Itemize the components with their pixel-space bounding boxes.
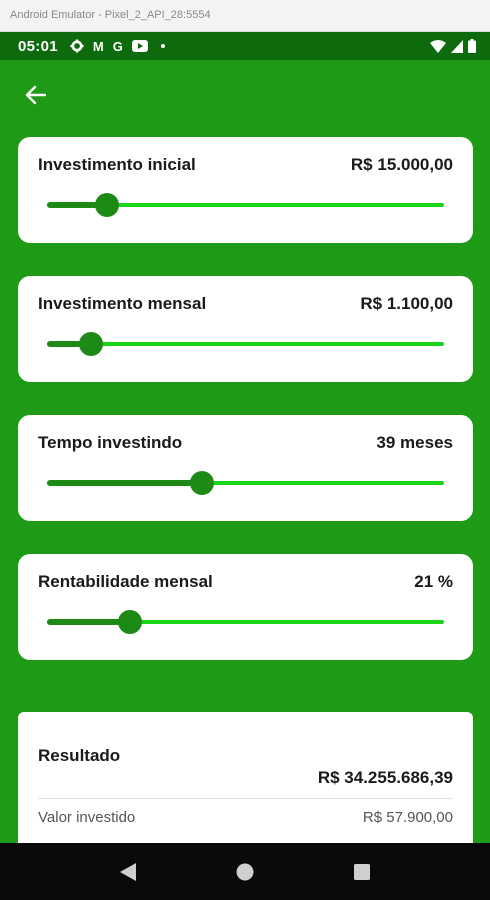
monthly-investment-label: Investimento mensal: [38, 294, 207, 313]
arrow-back-icon: [25, 85, 46, 105]
status-time: 05:01: [18, 37, 58, 55]
slider-thumb[interactable]: [118, 610, 143, 634]
monthly-investment-slider[interactable]: [47, 332, 444, 356]
slider-track: [47, 342, 444, 346]
result-total: R$ 34.255.686,39: [317, 768, 453, 787]
status-bar: 05:01 M G: [0, 32, 490, 60]
signal-icon: [451, 39, 463, 53]
nav-recents-button[interactable]: [342, 852, 382, 892]
divider: [38, 798, 453, 799]
notification-icons: M G: [70, 39, 165, 54]
initial-investment-card: Investimento inicial R$ 15.000,00: [18, 137, 473, 243]
monthly-investment-card: Investimento mensal R$ 1.100,00: [18, 276, 473, 382]
google-icon: G: [112, 38, 123, 54]
wifi-icon: [430, 39, 446, 53]
nav-back-button[interactable]: [108, 852, 148, 892]
slider-thumb[interactable]: [78, 332, 103, 356]
investment-time-slider[interactable]: [47, 471, 444, 495]
battery-icon: [468, 39, 476, 53]
result-title: Resultado: [38, 746, 121, 765]
initial-investment-label: Investimento inicial: [38, 155, 196, 174]
invested-amount-value: R$ 57.900,00: [362, 809, 453, 826]
youtube-icon: [131, 40, 148, 52]
slider-fill: [47, 480, 202, 486]
circle-home-icon: [236, 863, 254, 880]
investment-time-value: 39 meses: [376, 433, 453, 452]
settings-icon: [70, 39, 84, 53]
more-notifications-dot: [160, 44, 165, 48]
nav-home-button[interactable]: [225, 852, 265, 892]
monthly-return-card: Rentabilidade mensal 21 %: [18, 554, 473, 660]
invested-amount-label: Valor investido: [38, 809, 136, 826]
triangle-back-icon: [120, 862, 137, 881]
initial-investment-slider[interactable]: [47, 193, 444, 217]
simulator-screen: Investimento inicial R$ 15.000,00 Invest…: [0, 60, 490, 843]
investment-time-label: Tempo investindo: [38, 433, 183, 452]
emulator-title: Android Emulator - Pixel_2_API_28:5554: [0, 0, 490, 32]
result-card: Resultado R$ 34.255.686,39 Valor investi…: [18, 712, 473, 843]
square-recents-icon: [353, 863, 370, 880]
slider-thumb[interactable]: [189, 471, 214, 495]
slider-thumb[interactable]: [94, 193, 119, 217]
initial-investment-value: R$ 15.000,00: [350, 155, 453, 174]
monthly-investment-value: R$ 1.100,00: [360, 294, 453, 313]
gmail-icon: M: [92, 38, 104, 54]
system-icons: [430, 39, 476, 53]
navigation-bar: [0, 843, 490, 900]
monthly-return-label: Rentabilidade mensal: [38, 572, 213, 591]
investment-time-card: Tempo investindo 39 meses: [18, 415, 473, 521]
back-button[interactable]: [18, 78, 52, 112]
monthly-return-value: 21 %: [414, 572, 453, 591]
monthly-return-slider[interactable]: [47, 610, 444, 634]
